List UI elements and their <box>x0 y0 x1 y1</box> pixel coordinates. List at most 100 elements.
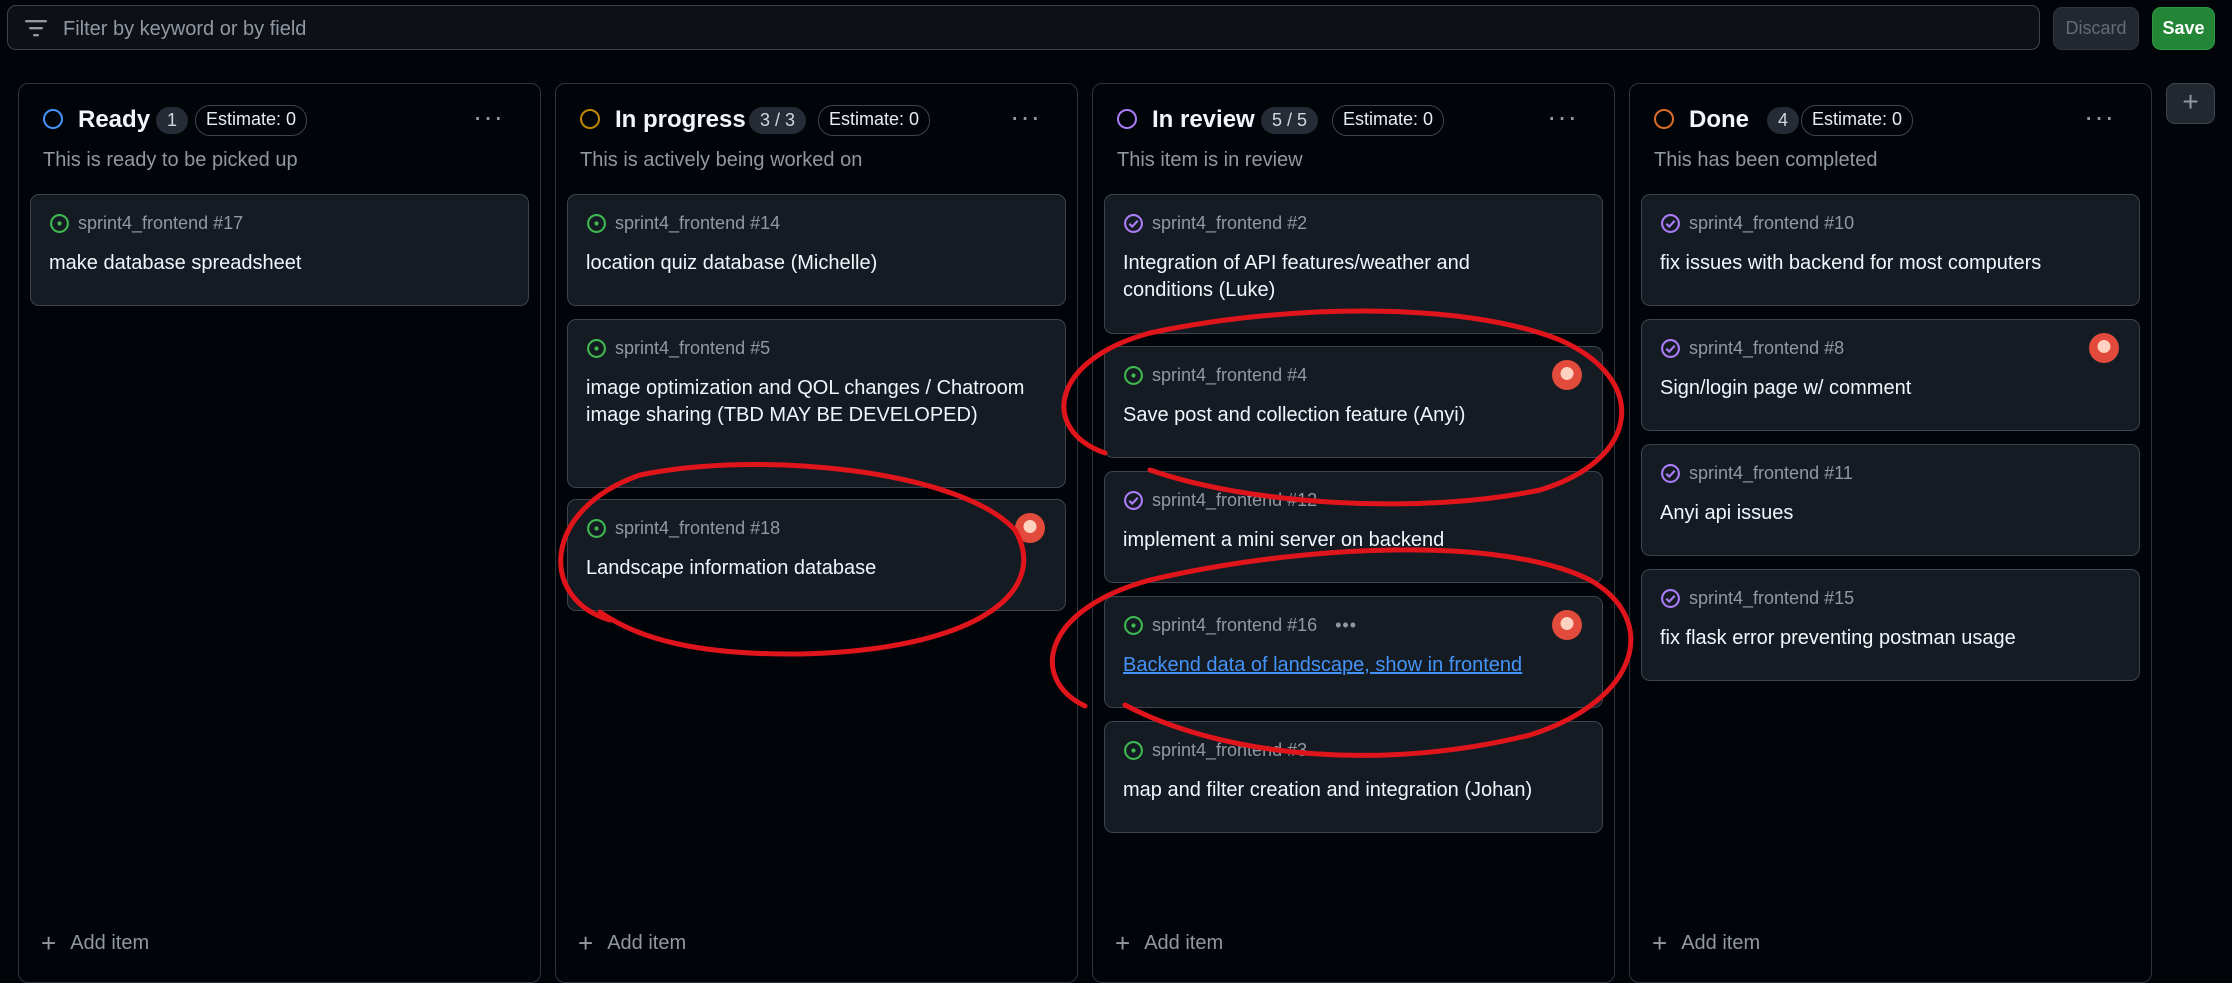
issue-title[interactable]: Integration of API features/weather and … <box>1123 250 1563 304</box>
plus-icon: + <box>2182 86 2199 117</box>
issue-card[interactable]: sprint4_frontend #14 location quiz datab… <box>567 194 1066 306</box>
add-item-label: Add item <box>607 931 687 954</box>
item-count-badge: 5 / 5 <box>1261 107 1319 134</box>
issue-reference[interactable]: sprint4_frontend #14 <box>615 213 780 234</box>
issue-card[interactable]: sprint4_frontend #15 fix flask error pre… <box>1641 569 2140 681</box>
issue-reference[interactable]: sprint4_frontend #10 <box>1689 213 1854 234</box>
estimate-badge: Estimate: 0 <box>818 105 931 136</box>
issue-reference[interactable]: sprint4_frontend #4 <box>1152 365 1307 386</box>
open-issue-icon <box>1124 740 1143 760</box>
avatar-icon[interactable] <box>2089 333 2119 363</box>
issue-card[interactable]: sprint4_frontend #8 Sign/login page w/ c… <box>1641 319 2140 431</box>
issue-title[interactable]: implement a mini server on backend <box>1123 527 1563 554</box>
issue-reference[interactable]: sprint4_frontend #5 <box>615 338 770 359</box>
issue-card[interactable]: sprint4_frontend #4 Save post and collec… <box>1104 346 1603 458</box>
column-header: Ready 1 Estimate: 0 ··· This is ready to… <box>19 84 540 194</box>
item-count-badge: 3 / 3 <box>749 107 807 134</box>
issue-title[interactable]: fix flask error preventing postman usage <box>1660 625 2100 652</box>
issue-reference[interactable]: sprint4_frontend #15 <box>1689 588 1854 609</box>
add-item-button[interactable]: + Add item <box>578 928 686 958</box>
open-issue-icon <box>1124 615 1143 635</box>
issue-title[interactable]: Landscape information database <box>586 555 1026 582</box>
closed-issue-icon <box>1661 213 1680 233</box>
plus-icon: + <box>1652 928 1668 958</box>
issue-card[interactable]: sprint4_frontend #18 Landscape informati… <box>567 499 1066 611</box>
filter-input[interactable] <box>61 13 2015 45</box>
add-column-button[interactable]: + <box>2166 83 2215 124</box>
save-button[interactable]: Save <box>2152 7 2215 50</box>
column-menu-icon[interactable]: ··· <box>473 101 504 133</box>
column-description: This is actively being worked on <box>580 149 863 171</box>
column-title: Ready <box>78 106 151 133</box>
issue-reference[interactable]: sprint4_frontend #8 <box>1689 338 1844 359</box>
status-done-icon <box>1654 109 1674 129</box>
issue-card[interactable]: sprint4_frontend #12 implement a mini se… <box>1104 471 1603 583</box>
add-item-button[interactable]: + Add item <box>1652 928 1760 958</box>
filter-icon <box>25 20 47 37</box>
issue-card[interactable]: sprint4_frontend #2 Integration of API f… <box>1104 194 1603 334</box>
issue-card[interactable]: sprint4_frontend #3 map and filter creat… <box>1104 721 1603 833</box>
avatar-icon[interactable] <box>1552 610 1582 640</box>
issue-title[interactable]: fix issues with backend for most compute… <box>1660 250 2100 277</box>
column-menu-icon[interactable]: ··· <box>1547 101 1578 133</box>
avatar-icon[interactable] <box>1552 360 1582 390</box>
discard-button[interactable]: Discard <box>2053 7 2139 50</box>
item-count-badge: 4 <box>1767 107 1800 134</box>
issue-title[interactable]: Sign/login page w/ comment <box>1660 375 2100 402</box>
closed-issue-icon <box>1661 588 1680 608</box>
open-issue-icon <box>587 213 606 233</box>
issue-title[interactable]: make database spreadsheet <box>49 250 489 277</box>
issue-title[interactable]: image optimization and QOL changes / Cha… <box>586 375 1026 429</box>
column-menu-icon[interactable]: ··· <box>1010 101 1041 133</box>
filter-bar[interactable] <box>7 5 2040 50</box>
column-description: This item is in review <box>1117 149 1303 171</box>
issue-card[interactable]: sprint4_frontend #11 Anyi api issues <box>1641 444 2140 556</box>
issue-title[interactable]: location quiz database (Michelle) <box>586 250 1026 277</box>
issue-card[interactable]: sprint4_frontend #16 ••• Backend data of … <box>1104 596 1603 708</box>
add-item-button[interactable]: + Add item <box>41 928 149 958</box>
column-header: In review 5 / 5 Estimate: 0 ··· This ite… <box>1093 84 1614 194</box>
column-in-review: In review 5 / 5 Estimate: 0 ··· This ite… <box>1092 83 1615 983</box>
open-issue-icon <box>587 338 606 358</box>
column-title: In review <box>1152 106 1255 133</box>
plus-icon: + <box>41 928 57 958</box>
issue-reference[interactable]: sprint4_frontend #11 <box>1689 463 1853 484</box>
estimate-badge: Estimate: 0 <box>1332 105 1445 136</box>
add-item-label: Add item <box>1144 931 1224 954</box>
item-count-badge: 1 <box>156 107 189 134</box>
issue-card[interactable]: sprint4_frontend #5 image optimization a… <box>567 319 1066 488</box>
issue-reference[interactable]: sprint4_frontend #12 <box>1152 490 1317 511</box>
column-title: Done <box>1689 106 1749 133</box>
avatar-icon[interactable] <box>1015 513 1045 543</box>
add-item-button[interactable]: + Add item <box>1115 928 1223 958</box>
plus-icon: + <box>1115 928 1131 958</box>
estimate-badge: Estimate: 0 <box>195 105 308 136</box>
issue-card[interactable]: sprint4_frontend #10 fix issues with bac… <box>1641 194 2140 306</box>
issue-reference[interactable]: sprint4_frontend #3 <box>1152 740 1307 761</box>
column-menu-icon[interactable]: ··· <box>2084 101 2115 133</box>
open-issue-icon <box>587 518 606 538</box>
issue-reference[interactable]: sprint4_frontend #17 <box>78 213 243 234</box>
add-item-label: Add item <box>1681 931 1761 954</box>
issue-title[interactable]: map and filter creation and integration … <box>1123 777 1563 804</box>
column-header: In progress 3 / 3 Estimate: 0 ··· This i… <box>556 84 1077 194</box>
issue-title[interactable]: Save post and collection feature (Anyi) <box>1123 402 1563 429</box>
column-ready: Ready 1 Estimate: 0 ··· This is ready to… <box>18 83 541 983</box>
more-dots-icon[interactable]: ••• <box>1335 615 1357 636</box>
open-issue-icon <box>50 213 69 233</box>
issue-title[interactable]: Anyi api issues <box>1660 500 2100 527</box>
issue-card[interactable]: sprint4_frontend #17 make database sprea… <box>30 194 529 306</box>
column-description: This has been completed <box>1654 149 1878 171</box>
column-title: In progress <box>615 106 746 133</box>
closed-issue-icon <box>1661 463 1680 483</box>
status-in-review-icon <box>1117 109 1137 129</box>
plus-icon: + <box>578 928 594 958</box>
issue-reference[interactable]: sprint4_frontend #18 <box>615 518 780 539</box>
issue-reference[interactable]: sprint4_frontend #2 <box>1152 213 1307 234</box>
issue-title-link[interactable]: Backend data of landscape, show in front… <box>1123 652 1563 679</box>
column-in-progress: In progress 3 / 3 Estimate: 0 ··· This i… <box>555 83 1078 983</box>
closed-issue-icon <box>1661 338 1680 358</box>
column-done: Done 4 Estimate: 0 ··· This has been com… <box>1629 83 2152 983</box>
estimate-badge: Estimate: 0 <box>1801 105 1914 136</box>
issue-reference[interactable]: sprint4_frontend #16 <box>1152 615 1317 636</box>
